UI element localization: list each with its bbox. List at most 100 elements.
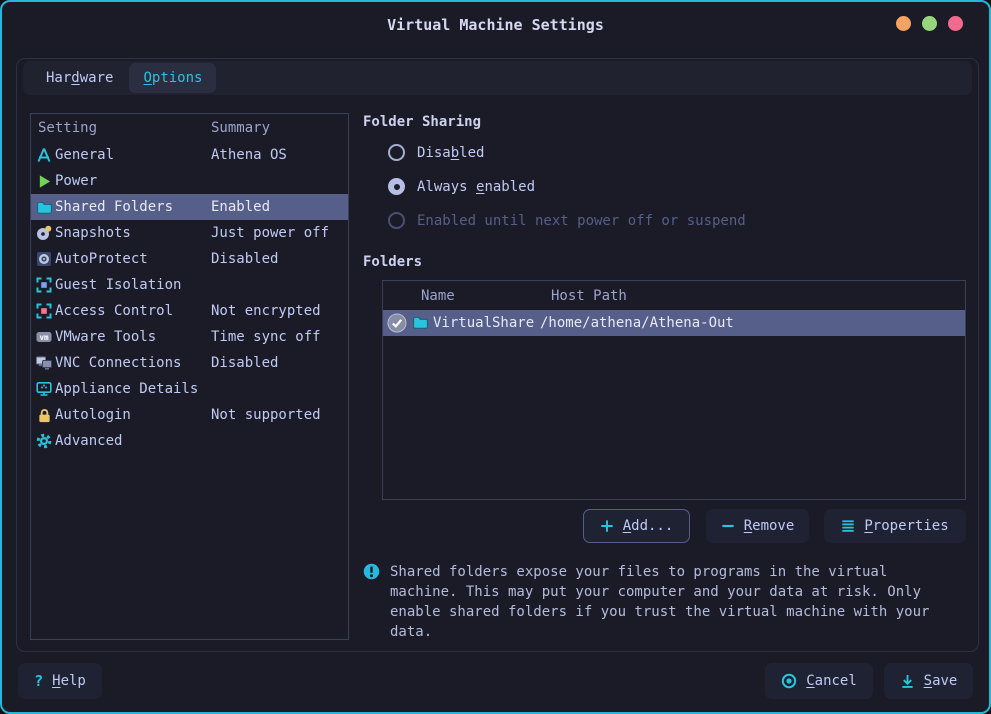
add-button[interactable]: Add... — [583, 509, 690, 543]
settings-list-header: Setting Summary — [31, 114, 348, 142]
guest-isolation-icon — [35, 276, 53, 294]
settings-row-label: Snapshots — [55, 225, 131, 241]
play-icon — [35, 172, 53, 190]
folder-sharing-heading: Folder Sharing — [363, 114, 481, 130]
maximize-button[interactable] — [922, 16, 937, 31]
radio-enabled-until-power-off: Enabled until next power off or suspend — [388, 212, 746, 229]
autologin-lock-icon — [35, 406, 53, 424]
column-setting: Setting — [38, 120, 97, 136]
minimize-button[interactable] — [896, 16, 911, 31]
minus-icon — [721, 519, 735, 533]
radio-selected-icon — [388, 178, 405, 195]
save-button[interactable]: Save — [884, 663, 973, 699]
settings-row-summary: Not supported — [211, 407, 321, 423]
column-summary: Summary — [211, 120, 270, 136]
settings-row-label: Access Control — [55, 303, 173, 319]
titlebar: Virtual Machine Settings — [2, 2, 989, 46]
settings-row-summary: Time sync off — [211, 329, 321, 345]
properties-button-label: Properties — [864, 518, 948, 534]
settings-row-vnc-connections[interactable]: VNC Connections Disabled — [31, 350, 348, 376]
radio-label: Disabled — [417, 145, 484, 161]
settings-row-autologin[interactable]: Autologin Not supported — [31, 402, 348, 428]
settings-row-label: Power — [55, 173, 97, 189]
radio-circle-icon — [388, 212, 405, 229]
settings-row-label: VMware Tools — [55, 329, 156, 345]
check-circle-icon[interactable] — [387, 313, 407, 333]
access-control-icon — [35, 302, 53, 320]
settings-row-label: VNC Connections — [55, 355, 181, 371]
settings-row-summary: Athena OS — [211, 147, 287, 163]
window-title: Virtual Machine Settings — [2, 16, 989, 34]
remove-button[interactable]: Remove — [706, 509, 809, 543]
folder-icon — [35, 198, 53, 216]
settings-row-vmware-tools[interactable]: vm VMware Tools Time sync off — [31, 324, 348, 350]
vm-settings-window: Virtual Machine Settings Hardware Option… — [0, 0, 991, 714]
settings-row-access-control[interactable]: Access Control Not encrypted — [31, 298, 348, 324]
help-button-label: Help — [52, 673, 86, 689]
gear-icon — [35, 432, 53, 450]
add-button-label: Add... — [623, 518, 674, 534]
settings-row-general[interactable]: General Athena OS — [31, 142, 348, 168]
settings-row-guest-isolation[interactable]: Guest Isolation — [31, 272, 348, 298]
vmware-tools-icon: vm — [35, 328, 53, 346]
settings-row-summary: Not encrypted — [211, 303, 321, 319]
settings-frame: Hardware Options Setting Summary General… — [16, 58, 979, 652]
settings-row-snapshots[interactable]: Snapshots Just power off — [31, 220, 348, 246]
folders-table: Name Host Path VirtualShare /home/athena… — [382, 280, 966, 500]
warning-icon — [363, 563, 380, 580]
list-icon — [841, 519, 855, 533]
radio-label: Enabled until next power off or suspend — [417, 213, 746, 229]
column-name: Name — [421, 288, 455, 304]
settings-row-appliance-details[interactable]: Appliance Details — [31, 376, 348, 402]
folder-row-virtualshare[interactable]: VirtualShare /home/athena/Athena-Out — [383, 310, 965, 336]
settings-row-label: Advanced — [55, 433, 122, 449]
settings-row-label: Shared Folders — [55, 199, 173, 215]
window-controls — [896, 16, 963, 31]
settings-row-shared-folders[interactable]: Shared Folders Enabled — [31, 194, 348, 220]
settings-row-label: General — [55, 147, 114, 163]
appliance-monitor-icon — [35, 380, 53, 398]
radio-label: Always enabled — [417, 179, 535, 195]
tab-hardware[interactable]: Hardware — [32, 63, 127, 93]
radio-circle-icon — [388, 144, 405, 161]
radio-always-enabled[interactable]: Always enabled — [388, 178, 535, 195]
settings-row-advanced[interactable]: Advanced — [31, 428, 348, 454]
properties-button[interactable]: Properties — [824, 509, 966, 543]
tab-options[interactable]: Options — [129, 63, 216, 93]
autoprotect-icon — [35, 250, 53, 268]
plus-icon — [600, 519, 614, 533]
settings-row-label: Guest Isolation — [55, 277, 181, 293]
athena-logo-icon — [35, 146, 53, 164]
footer: ? Help Cancel Save — [2, 650, 989, 712]
settings-row-summary: Disabled — [211, 355, 278, 371]
folders-heading: Folders — [363, 254, 422, 270]
folder-name: VirtualShare — [433, 315, 540, 331]
remove-button-label: Remove — [744, 518, 795, 534]
radio-disabled[interactable]: Disabled — [388, 144, 484, 161]
settings-row-summary: Just power off — [211, 225, 329, 241]
save-download-icon — [900, 674, 915, 689]
snapshot-disc-icon — [35, 224, 53, 242]
settings-row-summary: Enabled — [211, 199, 270, 215]
settings-row-summary: Disabled — [211, 251, 278, 267]
folder-icon — [412, 314, 430, 332]
settings-list: Setting Summary General Athena OS Power — [30, 113, 349, 640]
shared-folders-warning: Shared folders expose your files to prog… — [390, 562, 950, 642]
close-button[interactable] — [948, 16, 963, 31]
tab-bar: Hardware Options — [23, 61, 972, 95]
settings-row-autoprotect[interactable]: AutoProtect Disabled — [31, 246, 348, 272]
svg-text:vm: vm — [39, 333, 49, 342]
settings-row-label: AutoProtect — [55, 251, 148, 267]
help-button[interactable]: ? Help — [18, 663, 102, 699]
folder-host-path: /home/athena/Athena-Out — [540, 315, 734, 331]
column-host-path: Host Path — [551, 288, 627, 304]
question-icon: ? — [34, 672, 43, 690]
settings-row-label: Appliance Details — [55, 381, 198, 397]
vnc-monitors-icon — [35, 354, 53, 372]
folders-table-header: Name Host Path — [383, 281, 965, 310]
settings-row-power[interactable]: Power — [31, 168, 348, 194]
cancel-button-label: Cancel — [806, 673, 857, 689]
settings-row-label: Autologin — [55, 407, 131, 423]
cancel-button[interactable]: Cancel — [765, 663, 873, 699]
cancel-circle-icon — [781, 673, 797, 689]
